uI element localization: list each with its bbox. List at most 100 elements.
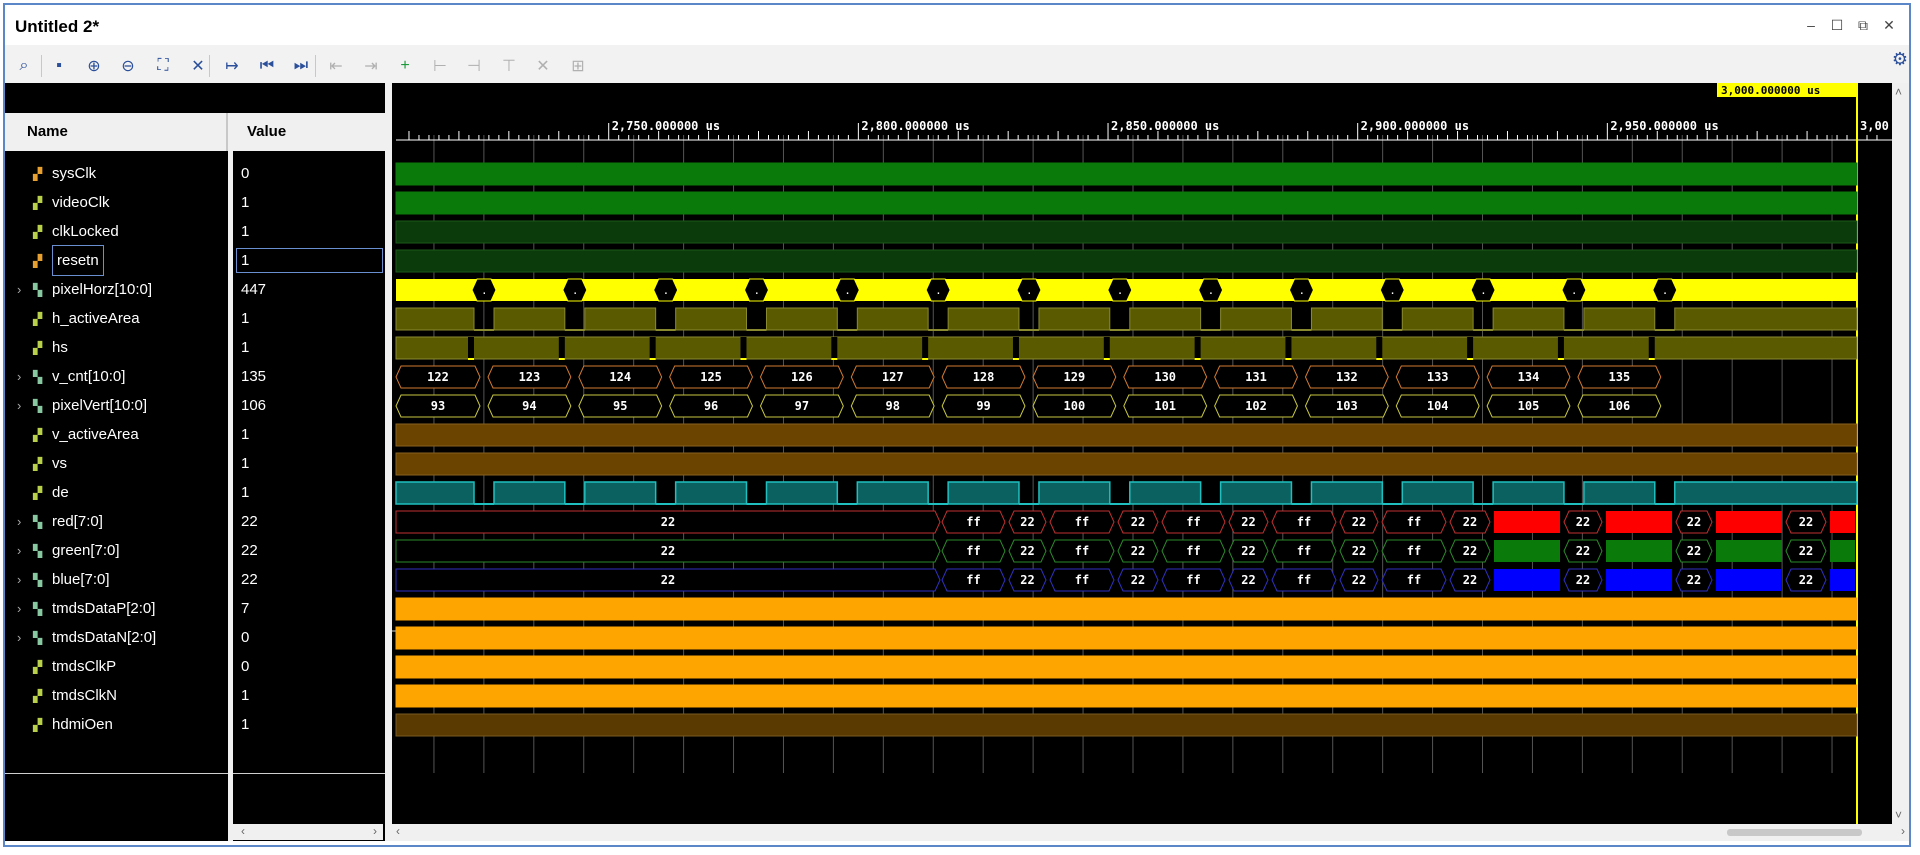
goto-cursor-icon[interactable]: ↦ — [219, 53, 245, 79]
signal-row[interactable]: › ▚ green[7:0] 22 — [5, 536, 390, 565]
signal-name[interactable]: ▚ pixelVert[10:0] — [33, 391, 147, 420]
close-icon[interactable]: ✕ — [1881, 17, 1897, 33]
gear-icon[interactable]: ⚙ — [1892, 49, 1908, 70]
bus-value-label: 22 — [1463, 573, 1477, 587]
signal-name[interactable]: ▚ green[7:0] — [33, 536, 120, 565]
scrollbar-thumb[interactable] — [1727, 829, 1862, 836]
signal-row[interactable]: ▞ videoClk 1 — [5, 188, 390, 217]
save-icon[interactable]: ▪ — [46, 53, 72, 79]
signal-name[interactable]: ▞ de — [33, 478, 69, 507]
signal-name[interactable]: ▞ hs — [33, 333, 68, 362]
previous-transition-icon[interactable]: ⇤ — [323, 53, 349, 79]
horizontal-scrollbar[interactable]: ‹ › — [392, 824, 1909, 841]
previous-marker-icon[interactable]: ⊢ — [427, 53, 453, 79]
expand-chevron-icon[interactable]: › — [17, 536, 21, 565]
signal-row[interactable]: › ▚ pixelVert[10:0] 106 — [5, 391, 390, 420]
zoom-out-icon[interactable]: ⊖ — [115, 53, 141, 79]
signal-name[interactable]: ▞ tmdsClkN — [33, 681, 117, 710]
signal-row[interactable]: › ▚ v_cnt[10:0] 135 — [5, 362, 390, 391]
expand-chevron-icon[interactable]: › — [17, 623, 21, 652]
search-icon[interactable]: ⌕ — [11, 53, 37, 79]
signal-row[interactable]: ▞ hdmiOen 1 — [5, 710, 390, 739]
float-icon[interactable]: ⧉ — [1855, 17, 1871, 33]
signal-name[interactable]: ▚ tmdsDataP[2:0] — [33, 594, 155, 623]
signal-row[interactable]: ▞ tmdsClkN 1 — [5, 681, 390, 710]
signal-row[interactable]: › ▚ red[7:0] 22 — [5, 507, 390, 536]
signal-row[interactable]: ▞ v_activeArea 1 — [5, 420, 390, 449]
color-fill — [1606, 511, 1672, 533]
signal-name-text: red[7:0] — [52, 513, 103, 530]
signal-row[interactable]: ▞ sysClk 0 — [5, 159, 390, 188]
signal-name[interactable]: ▞ h_activeArea — [33, 304, 140, 333]
signal-icon: ▞ — [33, 717, 43, 732]
signal-row[interactable]: ▞ vs 1 — [5, 449, 390, 478]
signal-row[interactable]: › ▚ blue[7:0] 22 — [5, 565, 390, 594]
signal-wave — [856, 307, 929, 331]
signal-row[interactable]: ▞ resetn 1 — [5, 245, 390, 276]
zoom-in-icon[interactable]: ⊕ — [81, 53, 107, 79]
expand-chevron-icon[interactable]: › — [17, 362, 21, 391]
signal-name[interactable]: ▞ sysClk — [33, 159, 96, 188]
signal-wave — [493, 307, 566, 331]
signal-wave — [395, 336, 1858, 360]
name-column-header[interactable]: Name — [11, 113, 228, 151]
signal-name[interactable]: ▞ resetn — [33, 245, 104, 276]
expand-chevron-icon[interactable]: › — [17, 565, 21, 594]
signal-name[interactable]: ▞ tmdsClkP — [33, 652, 116, 681]
signal-wave — [1129, 481, 1202, 505]
minimize-icon[interactable]: – — [1803, 17, 1819, 33]
signal-wave — [584, 307, 657, 331]
signal-row[interactable]: ▞ clkLocked 1 — [5, 217, 390, 246]
vertical-scrollbar[interactable]: ˄ ˅ — [1892, 83, 1909, 824]
signal-name-text: tmdsDataP[2:0] — [52, 600, 156, 617]
next-marker-icon[interactable]: ⊣ — [461, 53, 487, 79]
signal-name[interactable]: ▚ red[7:0] — [33, 507, 103, 536]
expand-chevron-icon[interactable]: › — [17, 507, 21, 536]
signal-wave — [468, 337, 474, 359]
bus-value-label: . — [1117, 284, 1124, 297]
zoom-fit-icon[interactable]: ⛶ — [150, 53, 176, 79]
expand-chevron-icon[interactable]: › — [17, 594, 21, 623]
signal-wave — [1285, 337, 1292, 359]
column-divider[interactable] — [228, 113, 233, 841]
delete-marker-icon[interactable]: ✕ — [530, 53, 556, 79]
signal-wave — [1557, 337, 1564, 359]
maximize-icon[interactable]: ☐ — [1829, 17, 1845, 33]
goto-last-time-icon[interactable]: ⏭ — [288, 53, 314, 79]
signal-value: 1 — [241, 484, 250, 501]
next-transition-icon[interactable]: ⇥ — [358, 53, 384, 79]
signal-row[interactable]: › ▚ tmdsDataP[2:0] 7 — [5, 594, 390, 623]
expand-chevron-icon[interactable]: › — [17, 275, 21, 304]
signal-row[interactable]: ▞ de 1 — [5, 478, 390, 507]
signal-name[interactable]: ▚ blue[7:0] — [33, 565, 110, 594]
waveform-area[interactable]: 2,750.000000 us 2,800.000000 us 2,850.0000… — [392, 83, 1892, 824]
swap-cursors-icon[interactable]: ⊤ — [496, 53, 522, 79]
signal-name[interactable]: ▚ tmdsDataN[2:0] — [33, 623, 156, 652]
signal-row[interactable]: ▞ hs 1 — [5, 333, 390, 362]
signal-name[interactable]: ▞ videoClk — [33, 188, 110, 217]
signal-row[interactable]: › ▚ pixelHorz[10:0] 447 — [5, 275, 390, 304]
signal-name[interactable]: ▞ v_activeArea — [33, 420, 139, 449]
signal-name[interactable]: ▚ v_cnt[10:0] — [33, 362, 125, 391]
signal-wave — [1038, 481, 1111, 505]
signal-wave — [1401, 307, 1474, 331]
bus-value-label: . — [1480, 284, 1487, 297]
signal-row[interactable]: ▞ tmdsClkP 0 — [5, 652, 390, 681]
add-marker-icon[interactable]: + — [392, 53, 418, 79]
signal-row[interactable]: ▞ h_activeArea 1 — [5, 304, 390, 333]
bus-value-label: 94 — [522, 399, 536, 413]
signal-name-text: tmdsDataN[2:0] — [52, 629, 157, 646]
pane-divider[interactable] — [385, 83, 392, 841]
signal-name[interactable]: ▞ vs — [33, 449, 67, 478]
expand-chevron-icon[interactable]: › — [17, 391, 21, 420]
bus-value-label: ff — [1297, 515, 1311, 529]
signal-name[interactable]: ▞ hdmiOen — [33, 710, 113, 739]
snap-icon[interactable]: ⊞ — [565, 53, 591, 79]
value-column-header[interactable]: Value — [233, 113, 383, 151]
signal-name[interactable]: ▚ pixelHorz[10:0] — [33, 275, 152, 304]
cursor-to-zoom-icon[interactable]: ✕ — [185, 53, 211, 79]
goto-time-zero-icon[interactable]: ⏮ — [254, 53, 280, 79]
signal-name[interactable]: ▞ clkLocked — [33, 217, 119, 246]
signal-row[interactable]: › ▚ tmdsDataN[2:0] 0 — [5, 623, 390, 652]
value-scrollbar[interactable]: ‹ › — [233, 824, 383, 840]
